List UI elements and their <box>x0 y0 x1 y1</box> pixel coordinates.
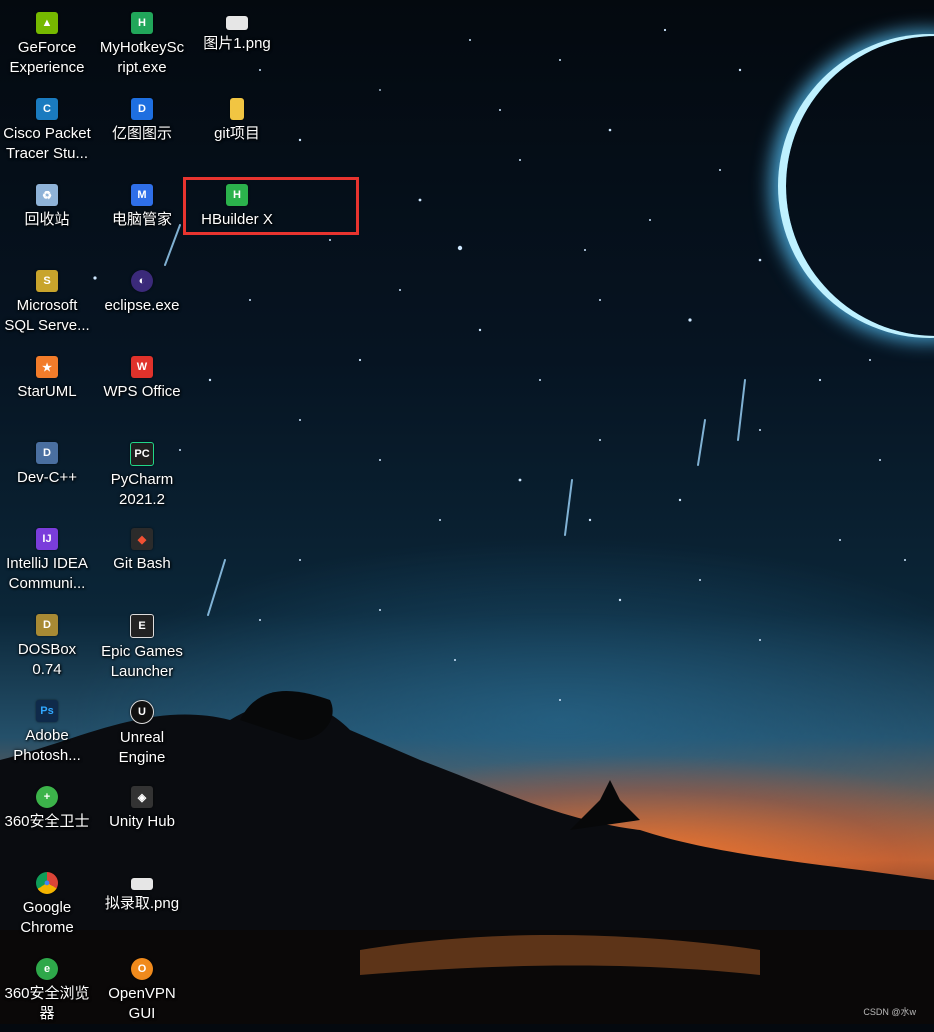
360-browser-icon: e <box>36 958 58 980</box>
hotkey-icon: H <box>131 12 153 34</box>
desktop-icon-nilu-png[interactable]: 拟录取.png <box>96 864 188 946</box>
desktop-icon-cisco-packet-tracer[interactable]: C Cisco Packet Tracer Stu... <box>1 90 93 172</box>
image-file-icon <box>131 878 153 890</box>
desktop-icon-sql-server[interactable]: S Microsoft SQL Serve... <box>1 262 93 344</box>
icon-label: Google Chrome <box>20 899 74 936</box>
pc-manager-icon: M <box>131 184 153 206</box>
desktop-icon-360-security[interactable]: + 360安全卫士 <box>1 778 93 860</box>
desktop-icon-unreal-engine[interactable]: U Unreal Engine <box>96 692 188 774</box>
icon-label: Unity Hub <box>109 813 175 830</box>
icon-label: git项目 <box>214 125 260 142</box>
wps-icon: W <box>131 356 153 378</box>
devcpp-icon: D <box>36 442 58 464</box>
icon-label: DOSBox 0.74 <box>17 641 77 678</box>
icon-label: 回收站 <box>24 211 70 228</box>
edraw-icon: D <box>131 98 153 120</box>
intellij-icon: IJ <box>36 528 58 550</box>
desktop-icon-photoshop[interactable]: Ps Adobe Photosh... <box>1 692 93 774</box>
recycle-bin-icon: ♻ <box>36 184 58 206</box>
icon-label: Microsoft SQL Serve... <box>4 297 90 334</box>
image-file-icon <box>226 16 248 30</box>
desktop-icon-epic-games[interactable]: E Epic Games Launcher <box>96 606 188 688</box>
desktop-icon-staruml[interactable]: ★ StarUML <box>1 348 93 430</box>
folder-icon <box>230 98 244 120</box>
git-bash-icon: ◆ <box>131 528 153 550</box>
icon-label: OpenVPN GUI <box>108 985 176 1022</box>
sql-server-icon: S <box>36 270 58 292</box>
desktop-icon-image1-png[interactable]: 图片1.png <box>191 4 283 86</box>
desktop-icon-dosbox[interactable]: D DOSBox 0.74 <box>1 606 93 688</box>
chrome-icon: ● <box>36 872 58 894</box>
icon-label: Unreal Engine <box>118 729 166 766</box>
pycharm-icon: PC <box>130 442 154 466</box>
icon-label: 亿图图示 <box>111 125 172 142</box>
desktop-icon-geforce-experience[interactable]: ▲ GeForce Experience <box>1 4 93 86</box>
unity-icon: ◈ <box>131 786 153 808</box>
desktop-icon-git-bash[interactable]: ◆ Git Bash <box>96 520 188 602</box>
desktop-icon-pc-manager[interactable]: M 电脑管家 <box>96 176 188 258</box>
cisco-icon: C <box>36 98 58 120</box>
icon-label: WPS Office <box>103 383 181 400</box>
desktop-icon-intellij-idea[interactable]: IJ IntelliJ IDEA Communi... <box>1 520 93 602</box>
desktop-icon-wps-office[interactable]: W WPS Office <box>96 348 188 430</box>
photoshop-icon: Ps <box>36 700 58 722</box>
desktop-icon-git-project-folder[interactable]: git项目 <box>191 90 283 172</box>
desktop-icon-google-chrome[interactable]: ● Google Chrome <box>1 864 93 946</box>
geforce-icon: ▲ <box>36 12 58 34</box>
dosbox-icon: D <box>36 614 58 636</box>
icon-label: Cisco Packet Tracer Stu... <box>3 125 91 162</box>
epic-games-icon: E <box>130 614 154 638</box>
unreal-icon: U <box>130 700 154 724</box>
icon-label: MyHotkeySc ript.exe <box>99 39 185 76</box>
staruml-icon: ★ <box>36 356 58 378</box>
desktop-icon-eclipse[interactable]: ◐ eclipse.exe <box>96 262 188 344</box>
icon-label: PyCharm 2021.2 <box>110 471 174 508</box>
360-security-icon: + <box>36 786 58 808</box>
highlight-box <box>183 177 359 235</box>
icon-label: eclipse.exe <box>104 297 180 314</box>
eclipse-icon: ◐ <box>131 270 153 292</box>
icon-label: 拟录取.png <box>104 895 180 912</box>
icon-label: GeForce Experience <box>9 39 85 76</box>
icon-label: 图片1.png <box>203 35 271 52</box>
icon-label: StarUML <box>17 383 77 400</box>
icon-label: Adobe Photosh... <box>13 727 81 764</box>
desktop-icon-recycle-bin[interactable]: ♻ 回收站 <box>1 176 93 258</box>
icon-label: 电脑管家 <box>111 211 172 228</box>
icon-label: 360安全浏览 器 <box>4 985 90 1022</box>
icon-label: 360安全卫士 <box>4 813 90 830</box>
desktop-icon-devcpp[interactable]: D Dev-C++ <box>1 434 93 516</box>
desktop-icon-myhotkeyscript[interactable]: H MyHotkeySc ript.exe <box>96 4 188 86</box>
desktop-icon-openvpn[interactable]: O OpenVPN GUI <box>96 950 188 1032</box>
desktop-icon-unity-hub[interactable]: ◈ Unity Hub <box>96 778 188 860</box>
icon-label: Dev-C++ <box>16 469 78 486</box>
desktop-icon-edraw[interactable]: D 亿图图示 <box>96 90 188 172</box>
desktop-icon-360-browser[interactable]: e 360安全浏览 器 <box>1 950 93 1032</box>
openvpn-icon: O <box>131 958 153 980</box>
desktop-icon-pycharm[interactable]: PC PyCharm 2021.2 <box>96 434 188 516</box>
icon-label: Git Bash <box>113 555 171 572</box>
icon-label: Epic Games Launcher <box>101 643 183 680</box>
icon-label: IntelliJ IDEA Communi... <box>6 555 88 592</box>
watermark: CSDN @水w <box>863 1007 916 1017</box>
